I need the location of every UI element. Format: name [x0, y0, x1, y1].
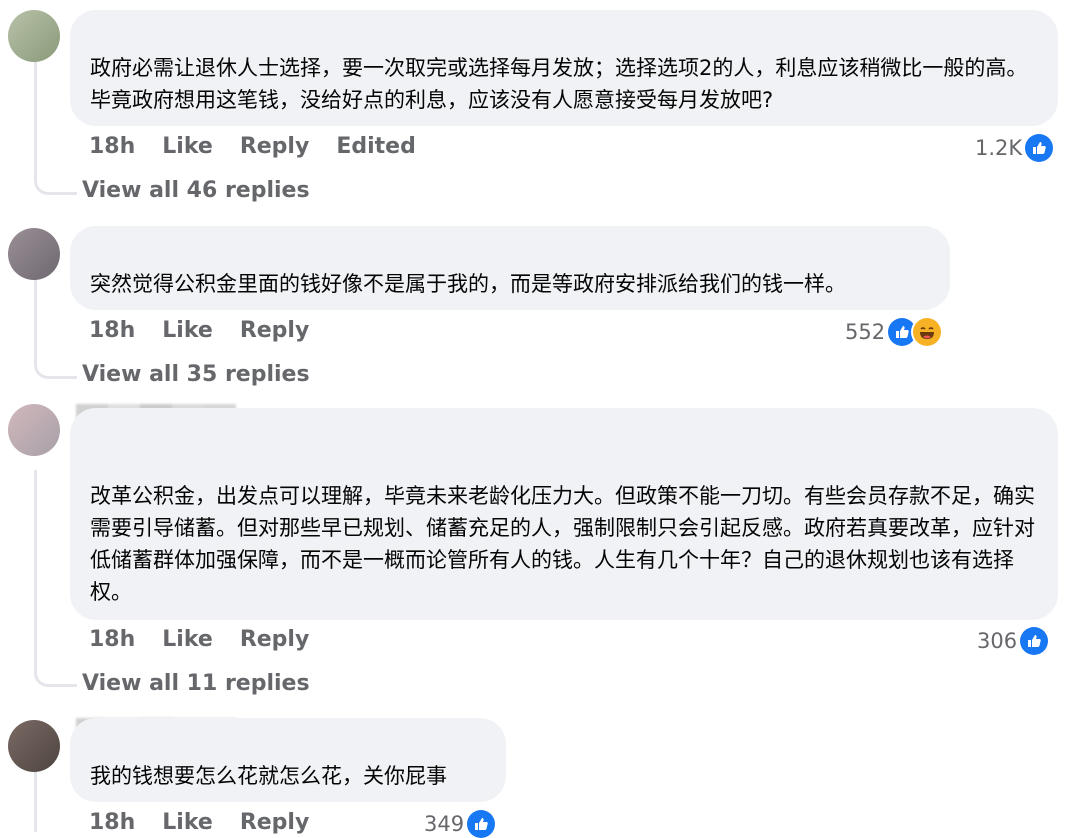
comment-text: 突然觉得公积金里面的钱好像不是属于我的，而是等政府安排派给我们的钱一样。 — [90, 272, 846, 296]
view-replies-link[interactable]: View all 46 replies — [82, 178, 310, 203]
thread-line — [34, 772, 37, 832]
like-button[interactable]: Like — [162, 318, 213, 343]
thread-curve — [34, 668, 77, 687]
comment-bubble: 突然觉得公积金里面的钱好像不是属于我的，而是等政府安排派给我们的钱一样。 — [70, 226, 950, 310]
thread-line — [34, 276, 37, 362]
avatar[interactable] — [8, 404, 60, 456]
comment-actions: 18h Like Reply Edited — [89, 134, 416, 159]
avatar[interactable] — [8, 720, 60, 772]
reaction-summary[interactable]: 306 — [977, 627, 1049, 655]
like-button[interactable]: Like — [162, 134, 213, 159]
timestamp-link[interactable]: 18h — [89, 627, 135, 652]
comment-actions: 18h Like Reply — [89, 810, 309, 835]
reply-button[interactable]: Reply — [240, 627, 310, 652]
reaction-summary[interactable]: 349 — [424, 810, 496, 838]
reply-button[interactable]: Reply — [240, 318, 310, 343]
comment-bubble: 政府必需让退休人士选择，要一次取完或选择每月发放；选择选项2的人，利息应该稍微比… — [70, 10, 1058, 126]
timestamp-link[interactable]: 18h — [89, 134, 135, 159]
thread-line — [34, 60, 37, 178]
timestamp-link[interactable]: 18h — [89, 810, 135, 835]
reply-button[interactable]: Reply — [240, 810, 310, 835]
edited-label: Edited — [336, 134, 416, 159]
view-replies-link[interactable]: View all 35 replies — [82, 362, 310, 387]
view-replies-link[interactable]: View all 11 replies — [82, 671, 310, 696]
reaction-count: 306 — [977, 629, 1018, 653]
reaction-count: 349 — [424, 812, 465, 836]
comment-text: 政府必需让退休人士选择，要一次取完或选择每月发放；选择选项2的人，利息应该稍微比… — [90, 56, 1028, 112]
avatar[interactable] — [8, 10, 60, 62]
laughing-face-icon — [913, 318, 942, 346]
thumbs-up-icon — [888, 318, 917, 346]
thread-curve — [34, 176, 77, 195]
timestamp-link[interactable]: 18h — [89, 318, 135, 343]
comment-bubble: 改革公积金，出发点可以理解，毕竟未来老龄化压力大。但政策不能一刀切。有些会员存款… — [70, 408, 1058, 620]
reaction-count: 552 — [845, 320, 886, 344]
reply-button[interactable]: Reply — [240, 134, 310, 159]
thumbs-up-icon — [1025, 134, 1054, 162]
avatar[interactable] — [8, 228, 60, 280]
comment-actions: 18h Like Reply — [89, 318, 309, 343]
comment-text: 改革公积金，出发点可以理解，毕竟未来老龄化压力大。但政策不能一刀切。有些会员存款… — [90, 484, 1035, 604]
like-button[interactable]: Like — [162, 627, 213, 652]
thumbs-up-icon — [1020, 627, 1049, 655]
thread-curve — [34, 360, 77, 379]
comment-bubble: 我的钱想要怎么花就怎么花，关你屁事 — [70, 718, 506, 802]
reaction-summary[interactable]: 552 — [845, 318, 942, 346]
comment-text: 我的钱想要怎么花就怎么花，关你屁事 — [90, 764, 447, 788]
thread-line — [34, 470, 37, 670]
comment-actions: 18h Like Reply — [89, 627, 309, 652]
reaction-count: 1.2K — [975, 136, 1023, 160]
reaction-summary[interactable]: 1.2K — [975, 134, 1054, 162]
thumbs-up-icon — [467, 810, 496, 838]
like-button[interactable]: Like — [162, 810, 213, 835]
